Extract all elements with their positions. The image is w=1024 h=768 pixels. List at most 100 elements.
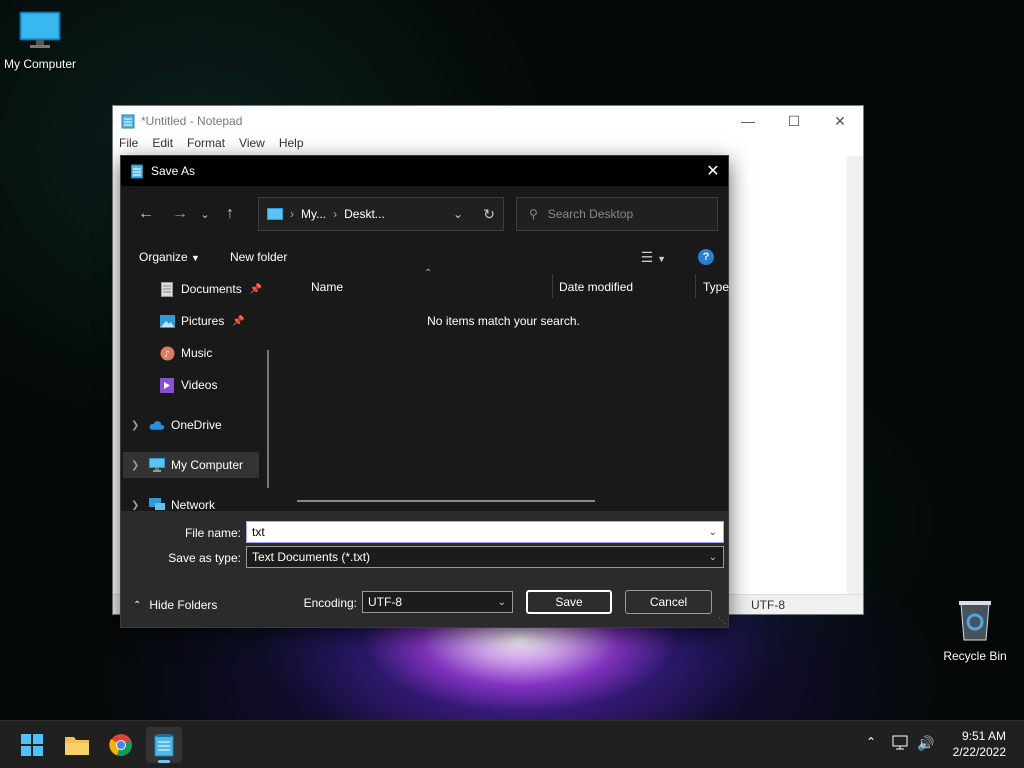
nav-item-network[interactable]: Network [149,492,215,510]
recent-locations-chevron-icon[interactable]: ⌄ [195,199,215,229]
desktop-icon-label: My Computer [3,57,77,71]
chevron-down-icon: ▼ [191,253,200,263]
file-list-pane: ⌃ Name Date modified Type No items match… [279,268,729,510]
close-button[interactable]: ✕ [817,106,863,136]
empty-message: No items match your search. [427,314,580,328]
organize-button[interactable]: Organize ▼ [139,250,200,264]
help-icon[interactable]: ? [698,249,714,265]
dialog-titlebar[interactable]: Save As [121,156,728,186]
breadcrumb-separator-icon: › [333,207,338,221]
taskbar-notepad[interactable] [146,727,182,763]
address-bar[interactable]: › My... › Deskt... ⌄ ↻ [258,197,504,231]
taskbar-chrome[interactable] [103,727,139,763]
windows-logo-icon [21,734,43,756]
chevron-down-icon[interactable]: ⌄ [709,527,717,538]
file-name-value: txt [252,525,265,539]
back-arrow-icon[interactable]: ← [131,199,161,229]
vertical-scrollbar[interactable] [847,156,863,596]
dialog-title: Save As [151,164,196,178]
column-header-date-modified[interactable]: Date modified [559,274,633,300]
breadcrumb-desktop[interactable]: Deskt... [344,207,385,221]
up-arrow-icon[interactable]: ↑ [215,199,245,229]
search-input[interactable]: ⚲ Search Desktop [516,197,718,231]
search-icon: ⚲ [529,207,538,221]
pictures-icon [159,313,175,329]
sort-up-icon: ⌃ [424,268,433,279]
search-placeholder: Search Desktop [547,207,634,221]
taskbar: ⌃ 🔊 9:51 AM 2/22/2022 [0,720,1024,768]
chrome-icon [109,734,132,756]
nav-item-label: Documents [181,282,242,296]
nav-item-videos[interactable]: Videos [159,372,217,398]
nav-pane-scrollbar[interactable] [267,350,269,488]
cancel-button[interactable]: Cancel [625,590,712,614]
nav-item-label: OneDrive [171,418,222,432]
dialog-close-button[interactable]: ✕ [698,156,728,186]
pin-icon: 📌 [249,283,263,295]
chevron-right-icon[interactable]: ❯ [131,460,139,471]
menu-view[interactable]: View [239,136,265,156]
notepad-icon [154,734,174,757]
notepad-icon [121,114,135,129]
svg-text:♪: ♪ [164,350,170,360]
new-folder-button[interactable]: New folder [230,250,287,264]
taskbar-file-explorer[interactable] [59,727,95,763]
pin-icon: 📌 [232,315,245,327]
maximize-button[interactable]: ☐ [771,106,817,136]
menu-edit[interactable]: Edit [152,136,173,156]
nav-item-label: My Computer [171,458,244,472]
desktop-icon-my-computer[interactable]: My Computer [2,10,78,71]
chevron-right-icon[interactable]: ❯ [131,500,139,510]
window-title: *Untitled - Notepad [141,114,243,128]
network-icon[interactable] [892,735,910,754]
documents-icon [159,281,175,297]
menu-file[interactable]: File [119,136,138,156]
column-divider[interactable] [552,274,553,298]
nav-item-my-computer[interactable]: My Computer [123,452,259,478]
chevron-right-icon[interactable]: ❯ [131,420,139,431]
refresh-icon[interactable]: ↻ [483,206,495,223]
chevron-down-icon[interactable]: ⌄ [498,597,506,608]
minimize-button[interactable]: — [725,106,771,136]
monitor-icon [19,11,61,48]
chevron-up-icon: ⌃ [133,599,142,611]
clock-date: 2/22/2022 [952,745,1006,759]
file-name-field[interactable]: txt ⌄ [246,521,724,543]
breadcrumb-my-computer[interactable]: My... [301,207,326,221]
nav-item-label: Pictures [181,314,225,328]
nav-item-pictures[interactable]: Pictures 📌 [159,308,245,334]
resize-grip-icon[interactable]: ⋱ [718,616,726,625]
nav-item-music[interactable]: ♪ Music [159,340,212,366]
volume-icon[interactable]: 🔊 [917,735,934,752]
videos-icon [159,377,175,393]
column-header-name[interactable]: Name [311,274,343,300]
start-button[interactable] [14,727,50,763]
desktop-icon-recycle-bin[interactable]: Recycle Bin [940,598,1010,663]
nav-item-label: Videos [181,378,218,392]
nav-item-label: Music [181,346,213,360]
view-options-icon[interactable]: ☰ ▼ [641,249,666,266]
breadcrumb-separator-icon: › [290,207,294,221]
chevron-down-icon[interactable]: ⌄ [453,207,463,221]
network-icon [149,497,165,510]
save-as-type-select[interactable]: Text Documents (*.txt) ⌄ [246,546,724,568]
chevron-down-icon[interactable]: ⌄ [709,552,717,563]
save-as-dialog: Save As ✕ ← → ⌄ ↑ › My... › Deskt... ⌄ ↻… [120,155,729,628]
navigation-bar: ← → ⌄ ↑ › My... › Deskt... ⌄ ↻ ⚲ Search … [131,196,718,232]
nav-item-documents[interactable]: Documents 📌 [159,276,262,302]
save-button[interactable]: Save [526,590,612,614]
system-clock[interactable]: 9:51 AM 2/22/2022 [953,728,1006,760]
encoding-value: UTF-8 [368,595,402,609]
cloud-icon [149,417,165,433]
recycle-bin-icon [959,601,991,641]
show-hidden-icons-chevron-icon[interactable]: ⌃ [866,735,876,749]
hide-folders-button[interactable]: ⌃ Hide Folders [133,598,217,612]
menu-format[interactable]: Format [187,136,225,156]
nav-item-onedrive[interactable]: OneDrive [149,412,222,438]
encoding-select[interactable]: UTF-8 ⌄ [362,591,513,613]
menu-help[interactable]: Help [279,136,304,156]
horizontal-scrollbar[interactable] [297,500,595,502]
column-header-type[interactable]: Type [703,274,729,300]
forward-arrow-icon[interactable]: → [165,199,195,229]
column-divider[interactable] [695,274,696,298]
